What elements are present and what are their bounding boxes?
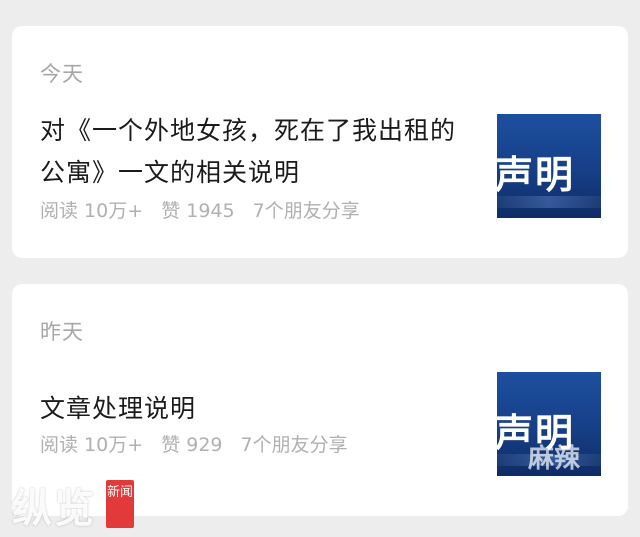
article-thumbnail[interactable]: 声明 xyxy=(497,114,601,218)
day-label-yesterday: 昨天 xyxy=(40,320,84,344)
article-card-yesterday: 昨天 文章处理说明 阅读 10万+ 赞 929 7个朋友分享 声明 xyxy=(12,284,628,516)
article-title[interactable]: 对《一个外地女孩，死在了我出租的公寓》一文的相关说明 xyxy=(40,110,480,194)
read-count: 阅读 10万+ xyxy=(40,200,144,222)
thumbnail-stripe xyxy=(497,196,601,208)
read-count: 阅读 10万+ xyxy=(40,434,144,456)
like-count: 赞 1945 xyxy=(161,200,235,222)
article-item[interactable]: 对《一个外地女孩，死在了我出租的公寓》一文的相关说明 阅读 10万+ 赞 194… xyxy=(12,110,628,230)
share-count: 7个朋友分享 xyxy=(240,434,348,456)
share-count: 7个朋友分享 xyxy=(252,200,360,222)
article-meta: 阅读 10万+ 赞 1945 7个朋友分享 xyxy=(40,196,372,223)
article-title[interactable]: 文章处理说明 xyxy=(40,388,480,430)
thumbnail-watermark: 麻辣 xyxy=(528,444,581,474)
like-count: 赞 929 xyxy=(161,434,223,456)
article-meta: 阅读 10万+ 赞 929 7个朋友分享 xyxy=(40,430,360,457)
day-label-today: 今天 xyxy=(40,62,84,86)
article-card-today: 今天 对《一个外地女孩，死在了我出租的公寓》一文的相关说明 阅读 10万+ 赞 … xyxy=(12,26,628,258)
watermark-badge: 新闻 xyxy=(106,480,134,528)
thumbnail-text: 声明 xyxy=(497,153,576,197)
watermark-logo: 纵览 xyxy=(12,486,96,532)
